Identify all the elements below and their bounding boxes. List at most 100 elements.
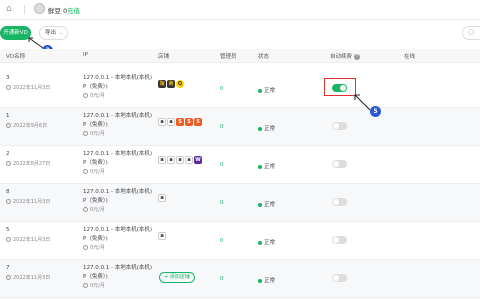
- vd-date-text: 2022年11月3日: [13, 85, 51, 91]
- status: 正常: [258, 162, 275, 170]
- table-row[interactable]: 7 2022年11月3日 127.0.0.1 - 本地本机(本机) P（免费）)…: [0, 260, 480, 298]
- store-icon[interactable]: W: [194, 156, 202, 164]
- ip-line-1: 127.0.0.1 - 本地本机(本机): [83, 75, 153, 81]
- clock-icon: [6, 237, 11, 242]
- store-icon[interactable]: 商: [167, 80, 175, 88]
- toggle-knob: [333, 199, 339, 205]
- ip-price-text: 0元/月: [90, 169, 105, 175]
- vd-id: 8: [6, 189, 10, 195]
- status-text: 正常: [264, 202, 276, 208]
- store-icons: a a a a W: [158, 156, 202, 164]
- beans-balance: 鲜豆 0: [48, 7, 68, 15]
- ip-line-2: P（免费）): [83, 160, 108, 166]
- home-icon[interactable]: ⌂: [6, 4, 16, 14]
- table-row[interactable]: 8 2022年11月3日 127.0.0.1 - 本地本机(本机) P（免费）)…: [0, 184, 480, 222]
- help-icon[interactable]: ?: [354, 53, 361, 60]
- ip-line-1: 127.0.0.1 - 本地本机(本机): [83, 151, 153, 157]
- ip-line-2: P（免费）): [83, 236, 108, 242]
- store-icon[interactable]: a: [185, 156, 193, 164]
- search-input[interactable]: ○: [462, 26, 480, 40]
- manager-count[interactable]: 0: [220, 162, 224, 168]
- header-manager: 管理员: [220, 54, 237, 60]
- recharge-link[interactable]: 充值: [67, 5, 80, 15]
- ip-line-2: P（免费）): [83, 84, 108, 90]
- autorenew-toggle[interactable]: [332, 122, 347, 130]
- clock-icon: [6, 199, 11, 204]
- vd-id: 1: [6, 113, 10, 119]
- manager-count[interactable]: 0: [220, 200, 224, 206]
- toggle-knob: [333, 123, 339, 129]
- store-icons: a a S S S: [158, 118, 202, 126]
- search-icon: ○: [468, 28, 475, 36]
- status-text: 正常: [264, 240, 276, 246]
- autorenew-toggle[interactable]: [332, 198, 347, 206]
- autorenew-toggle[interactable]: [332, 160, 347, 168]
- vd-id: 7: [6, 265, 10, 271]
- store-icon[interactable]: a: [167, 156, 175, 164]
- status-text: 正常: [264, 88, 276, 94]
- clock-icon: [83, 283, 88, 288]
- manager-count[interactable]: 0: [220, 86, 224, 92]
- toggle-knob: [333, 237, 339, 243]
- store-icon[interactable]: a: [158, 194, 166, 202]
- store-icon[interactable]: S: [176, 118, 184, 126]
- store-icon[interactable]: a: [176, 156, 184, 164]
- clock-icon: [83, 93, 88, 98]
- status-dot: [258, 240, 262, 245]
- store-icon[interactable]: a: [158, 118, 166, 126]
- store-icon[interactable]: 淘: [158, 80, 166, 88]
- ip-price-text: 0元/月: [90, 93, 105, 99]
- status-dot: [258, 126, 262, 131]
- store-icons: a: [158, 194, 166, 202]
- autorenew-toggle[interactable]: [332, 274, 347, 282]
- manager-count[interactable]: 0: [220, 124, 224, 130]
- header-autorenew-label: 自动续费: [330, 54, 353, 60]
- status: 正常: [258, 86, 275, 94]
- vd-date-text: 2022年8月27日: [13, 161, 51, 167]
- status: 正常: [258, 124, 275, 132]
- status-text: 正常: [264, 164, 276, 170]
- vd-date-text: 2022年9月6日: [13, 123, 48, 129]
- store-icon[interactable]: a: [158, 156, 166, 164]
- ip-line-1: 127.0.0.1 - 本地本机(本机): [83, 227, 153, 233]
- vd-id: 5: [6, 227, 10, 233]
- vd-id: 2: [6, 151, 10, 157]
- autorenew-toggle[interactable]: [332, 236, 347, 244]
- store-icon[interactable]: S: [194, 118, 202, 126]
- manager-count[interactable]: 0: [220, 238, 224, 244]
- top-bar: ⌂ 鲜豆 0 充值: [0, 0, 480, 20]
- ip-price: 0元/月: [83, 244, 105, 251]
- beans-icon: [34, 3, 45, 14]
- store-icon[interactable]: S: [185, 118, 193, 126]
- table-row[interactable]: 2 2022年8月27日 127.0.0.1 - 本地本机(本机) P（免费）)…: [0, 146, 480, 184]
- clock-icon: [6, 123, 11, 128]
- divider: [24, 5, 25, 14]
- ip-price-text: 0元/月: [90, 207, 105, 213]
- ip-line-1: 127.0.0.1 - 本地本机(本机): [83, 189, 153, 195]
- table-row[interactable]: 5 2022年11月3日 127.0.0.1 - 本地本机(本机) P（免费）)…: [0, 222, 480, 260]
- store-icon[interactable]: a: [167, 118, 175, 126]
- ip-price: 0元/月: [83, 206, 105, 213]
- store-icon[interactable]: Q: [176, 80, 184, 88]
- status-dot: [258, 202, 262, 207]
- status: 正常: [258, 238, 275, 246]
- table-row[interactable]: 3 2022年11月3日 127.0.0.1 - 本地本机(本机) P（免费）)…: [0, 70, 480, 108]
- store-icons: 淘 商 Q: [158, 80, 184, 88]
- header-ip: IP: [83, 52, 88, 58]
- ip-price-text: 0元/月: [90, 245, 105, 251]
- ip-line-1: 127.0.0.1 - 本地本机(本机): [83, 113, 153, 119]
- ip-price: 0元/月: [83, 282, 105, 289]
- store-icon[interactable]: a: [158, 232, 166, 240]
- table-row[interactable]: 1 2022年9月6日 127.0.0.1 - 本地本机(本机) P（免费）) …: [0, 108, 480, 146]
- ip-price: 0元/月: [83, 168, 105, 175]
- ip-price: 0元/月: [83, 92, 105, 99]
- status-dot: [258, 278, 262, 283]
- toolbar: 开通新VD 导出 ⌄ ○: [0, 23, 480, 45]
- clock-icon: [6, 161, 11, 166]
- vd-date: 2022年11月3日: [6, 84, 50, 91]
- export-label: 导出: [45, 30, 57, 36]
- manager-count[interactable]: 0: [220, 276, 224, 282]
- toggle-knob: [333, 161, 339, 167]
- add-store-button[interactable]: + 添加店铺: [159, 272, 195, 283]
- status-dot: [258, 88, 262, 93]
